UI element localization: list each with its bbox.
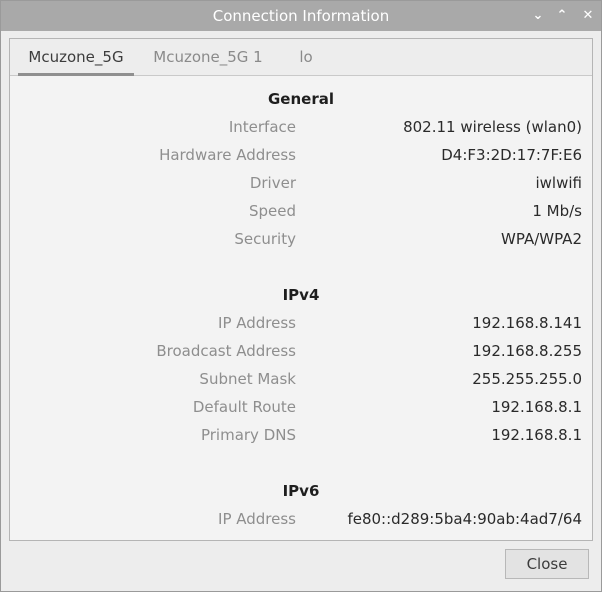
default-route-value: 192.168.8.1 [491,398,582,416]
tab-lo[interactable]: lo [286,39,326,75]
maximize-icon[interactable]: ⌃ [552,6,572,26]
security-value: WPA/WPA2 [501,230,582,248]
minimize-icon[interactable]: ⌄ [528,6,548,26]
speed-value: 1 Mb/s [532,202,582,220]
primary-dns-value: 192.168.8.1 [491,426,582,444]
driver-value: iwlwifi [535,174,583,192]
interface-value: 802.11 wireless (wlan0) [403,118,582,136]
hardware-address-value: D4:F3:2D:17:7F:E6 [441,146,582,164]
broadcast-address-value: 192.168.8.255 [472,342,582,360]
connection-notebook: Mcuzone_5G Mcuzone_5G 1 lo General Inter… [9,38,593,541]
close-icon[interactable]: ✕ [578,6,598,26]
ipv6-ip-address-value: fe80::d289:5ba4:90ab:4ad7/64 [347,510,582,528]
window-title: Connection Information [212,7,390,25]
ipv4-ip-address-value: 192.168.8.141 [472,314,582,332]
tab-mcuzone-5g-1[interactable]: Mcuzone_5G 1 [150,39,266,75]
general-section-title: General [268,90,334,108]
ipv6-section-title: IPv6 [282,482,320,500]
subnet-mask-value: 255.255.255.0 [472,370,582,388]
tab-bar: Mcuzone_5G Mcuzone_5G 1 lo [10,39,592,76]
close-button[interactable]: Close [505,549,589,579]
tab-mcuzone-5g[interactable]: Mcuzone_5G [18,39,134,76]
ipv4-section-title: IPv4 [282,286,320,304]
connection-info-window: Connection Information ⌄ ⌃ ✕ Mcuzone_5G … [0,0,602,592]
title-bar[interactable]: Connection Information ⌄ ⌃ ✕ [1,1,601,31]
